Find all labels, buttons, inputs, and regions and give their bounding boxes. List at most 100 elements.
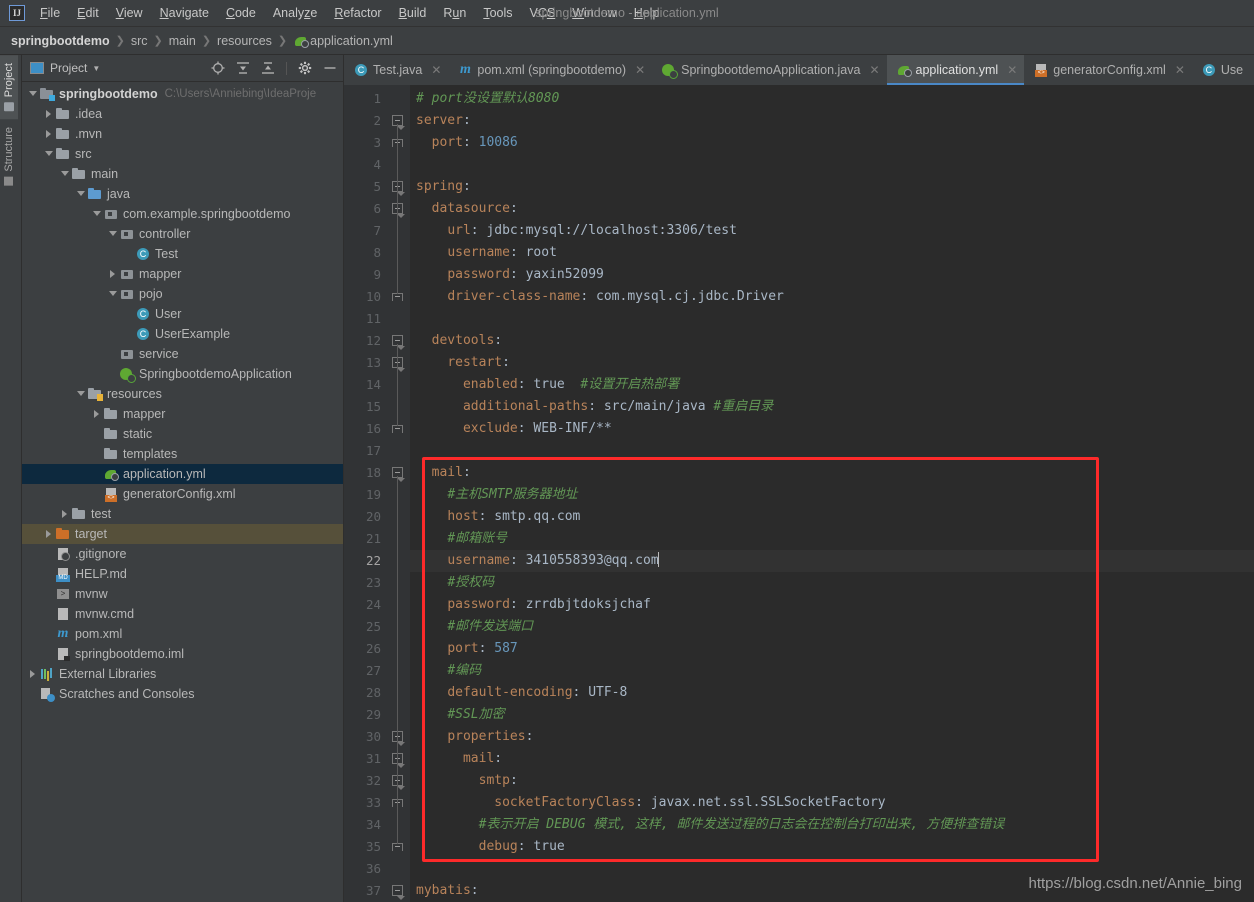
close-icon[interactable]: ✕ <box>869 63 879 77</box>
code-line[interactable]: socketFactoryClass: javax.net.ssl.SSLSoc… <box>410 792 1254 814</box>
tree-node-java[interactable]: java <box>22 184 343 204</box>
code-viewport[interactable]: 1 2 3 4 5 6 7 8 9 10 11 12 13 14 15 16 17 18 19 20 21 22 23 24 2… <box>344 85 1254 902</box>
fold-region[interactable] <box>388 418 410 440</box>
code-line[interactable] <box>410 440 1254 462</box>
breadcrumb-item-springbootdemo[interactable]: springbootdemo <box>11 34 110 48</box>
menu-item-view[interactable]: View <box>115 4 144 22</box>
tree-node-mapper[interactable]: mapper <box>22 404 343 424</box>
chevron-right-icon[interactable] <box>90 408 103 421</box>
collapse-all-icon[interactable] <box>261 61 275 75</box>
chevron-down-icon[interactable] <box>106 228 119 241</box>
code-content[interactable]: # port没设置默认8080 server: port: 10086 spring… <box>410 85 1254 902</box>
code-line[interactable]: #主机SMTP服务器地址 <box>410 484 1254 506</box>
editor-tab-use[interactable]: Use <box>1192 55 1250 85</box>
tree-node-target[interactable]: target <box>22 524 343 544</box>
code-line[interactable]: #邮件发送端口 <box>410 616 1254 638</box>
chevron-down-icon[interactable] <box>42 148 55 161</box>
fold-end-icon[interactable] <box>392 293 403 301</box>
chevron-right-icon[interactable] <box>42 108 55 121</box>
menu-item-window[interactable]: Window <box>571 4 617 22</box>
expand-all-icon[interactable] <box>236 61 250 75</box>
tree-node-test[interactable]: Test <box>22 244 343 264</box>
menu-item-run[interactable]: Run <box>442 4 467 22</box>
fold-collapse-icon[interactable] <box>392 885 405 900</box>
fold-region[interactable] <box>388 198 410 220</box>
breadcrumb-item-src[interactable]: src <box>131 34 148 48</box>
tree-node-scratches-and-consoles[interactable]: Scratches and Consoles <box>22 684 343 704</box>
code-line[interactable]: #邮箱账号 <box>410 528 1254 550</box>
breadcrumb-item-application-yml[interactable]: application.yml <box>293 34 393 48</box>
code-line[interactable]: mail: <box>410 748 1254 770</box>
editor-tab-generatorconfig-xml[interactable]: generatorConfig.xml ✕ <box>1024 55 1192 85</box>
chevron-right-icon[interactable] <box>26 668 39 681</box>
fold-region[interactable] <box>388 880 410 902</box>
fold-region[interactable] <box>388 132 410 154</box>
chevron-down-icon[interactable] <box>74 388 87 401</box>
tree-node-generatorconfig-xml[interactable]: generatorConfig.xml <box>22 484 343 504</box>
tree-node-test[interactable]: test <box>22 504 343 524</box>
tree-node-springbootdemo-iml[interactable]: springbootdemo.iml <box>22 644 343 664</box>
tree-node-com-example-springbootdemo[interactable]: com.example.springbootdemo <box>22 204 343 224</box>
tree-node-mvnw[interactable]: mvnw <box>22 584 343 604</box>
tree-node-external-libraries[interactable]: External Libraries <box>22 664 343 684</box>
tree-node-mapper[interactable]: mapper <box>22 264 343 284</box>
code-line[interactable]: port: 10086 <box>410 132 1254 154</box>
code-line[interactable]: server: <box>410 110 1254 132</box>
menu-item-navigate[interactable]: Navigate <box>159 4 210 22</box>
sidebar-tab-structure[interactable]: Structure <box>0 119 18 194</box>
fold-region[interactable] <box>388 726 410 748</box>
editor-tab-pom-xml--springbootdemo-[interactable]: pom.xml (springbootdemo) ✕ <box>448 55 652 85</box>
editor-tab-springbootdemoapplication-java[interactable]: SpringbootdemoApplication.java ✕ <box>652 55 886 85</box>
chevron-right-icon[interactable] <box>58 508 71 521</box>
tree-node--mvn[interactable]: .mvn <box>22 124 343 144</box>
chevron-right-icon[interactable] <box>106 268 119 281</box>
menu-item-tools[interactable]: Tools <box>482 4 513 22</box>
breadcrumb-item-main[interactable]: main <box>169 34 196 48</box>
code-line[interactable]: driver-class-name: com.mysql.cj.jdbc.Dri… <box>410 286 1254 308</box>
chevron-down-icon[interactable] <box>90 208 103 221</box>
menu-item-refactor[interactable]: Refactor <box>333 4 382 22</box>
tree-node-springbootdemo[interactable]: springbootdemo C:\Users\Anniebing\IdeaPro… <box>22 84 343 104</box>
code-line[interactable]: spring: <box>410 176 1254 198</box>
code-line[interactable]: devtools: <box>410 330 1254 352</box>
tree-node-src[interactable]: src <box>22 144 343 164</box>
code-line[interactable]: exclude: WEB-INF/** <box>410 418 1254 440</box>
locate-icon[interactable] <box>211 61 225 75</box>
tree-node-user[interactable]: User <box>22 304 343 324</box>
code-line[interactable]: #编码 <box>410 660 1254 682</box>
code-line[interactable]: port: 587 <box>410 638 1254 660</box>
fold-region[interactable] <box>388 792 410 814</box>
code-line[interactable]: properties: <box>410 726 1254 748</box>
breadcrumb[interactable]: springbootdemo ❯ src ❯ main ❯ resources ❯ applic… <box>0 27 1254 55</box>
fold-region[interactable] <box>388 286 410 308</box>
menu-item-build[interactable]: Build <box>398 4 428 22</box>
close-icon[interactable]: ✕ <box>635 63 645 77</box>
menu-item-file[interactable]: File <box>39 4 61 22</box>
tree-node-application-yml[interactable]: application.yml <box>22 464 343 484</box>
chevron-down-icon[interactable]: ▼ <box>92 64 100 73</box>
close-icon[interactable]: ✕ <box>1007 63 1017 77</box>
tree-node-controller[interactable]: controller <box>22 224 343 244</box>
editor-tab-test-java[interactable]: Test.java ✕ <box>344 55 448 85</box>
tree-node-main[interactable]: main <box>22 164 343 184</box>
tree-node-pom-xml[interactable]: pom.xml <box>22 624 343 644</box>
code-line[interactable] <box>410 154 1254 176</box>
close-icon[interactable]: ✕ <box>1175 63 1185 77</box>
breadcrumb-item-resources[interactable]: resources <box>217 34 272 48</box>
fold-region[interactable] <box>388 352 410 374</box>
gear-icon[interactable] <box>298 61 312 75</box>
code-line[interactable] <box>410 308 1254 330</box>
fold-region[interactable] <box>388 836 410 858</box>
tree-node-userexample[interactable]: UserExample <box>22 324 343 344</box>
code-line[interactable]: enabled: true #设置开启热部署 <box>410 374 1254 396</box>
menu-item-vcs[interactable]: VCS <box>529 4 557 22</box>
fold-region[interactable] <box>388 462 410 484</box>
fold-region[interactable] <box>388 110 410 132</box>
code-line[interactable]: password: yaxin52099 <box>410 264 1254 286</box>
close-icon[interactable]: ✕ <box>431 63 441 77</box>
chevron-down-icon[interactable] <box>106 288 119 301</box>
tree-node-templates[interactable]: templates <box>22 444 343 464</box>
menu-item-help[interactable]: Help <box>633 4 661 22</box>
fold-region[interactable] <box>388 330 410 352</box>
code-line[interactable]: datasource: <box>410 198 1254 220</box>
